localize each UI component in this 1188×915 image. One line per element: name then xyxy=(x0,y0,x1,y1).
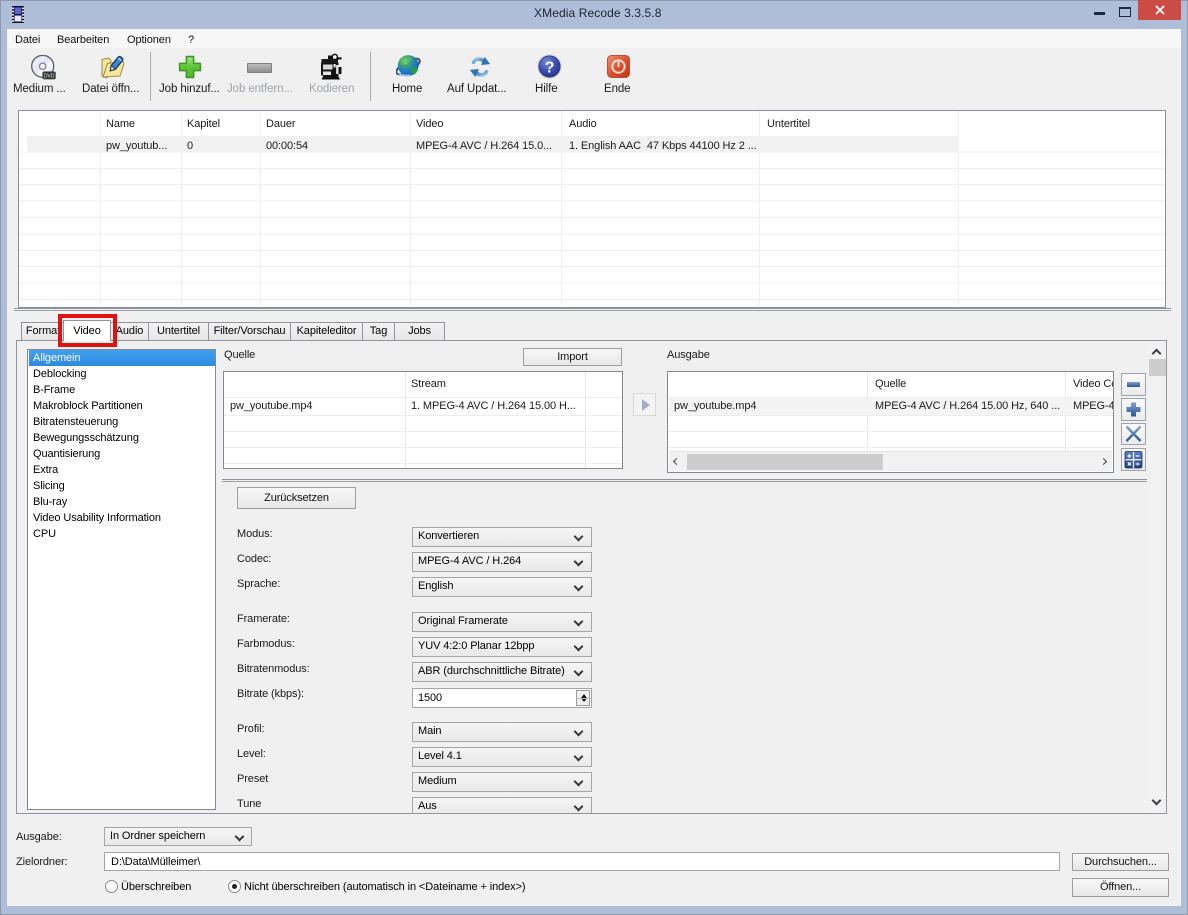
svg-text:DVD: DVD xyxy=(44,74,55,80)
svg-text:?: ? xyxy=(545,59,554,76)
